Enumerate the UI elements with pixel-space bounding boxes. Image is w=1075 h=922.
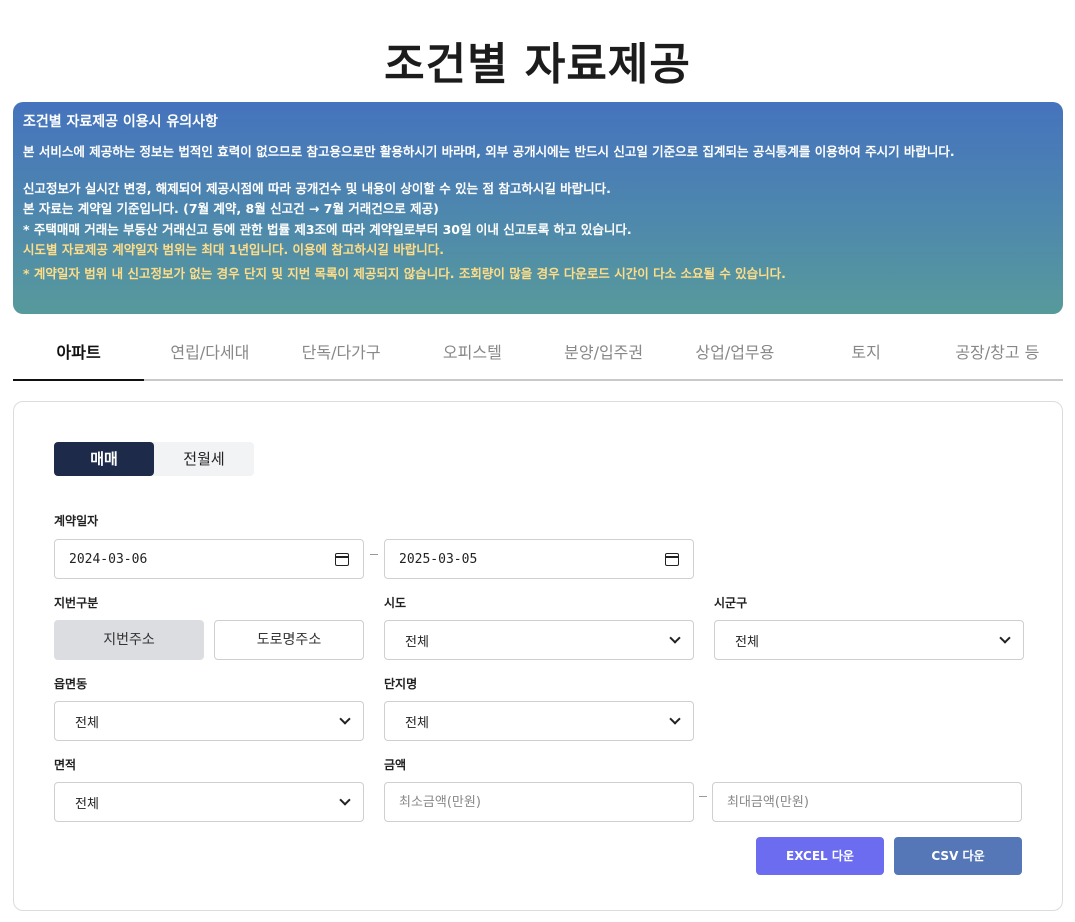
contract-end-date-value: 2025-03-05	[399, 551, 478, 567]
deal-type-sale-button[interactable]: 매매	[54, 442, 154, 476]
road-address-button[interactable]: 도로명주소	[214, 620, 364, 660]
excel-download-button[interactable]: EXCEL 다운	[756, 837, 884, 875]
calendar-icon[interactable]	[335, 552, 349, 566]
max-amount-input[interactable]	[712, 782, 1022, 822]
chevron-down-icon	[339, 713, 351, 725]
notice-line: * 주택매매 거래는 부동산 거래신고 등에 관한 법률 제3조에 따라 계약일…	[23, 221, 632, 237]
search-panel: 매매 전월세 계약일자 2024-03-06 2025-03-05 지번구분 지…	[13, 401, 1063, 911]
amount-range-separator	[699, 796, 707, 797]
contract-date-label: 계약일자	[54, 514, 99, 528]
complex-label: 단지명	[384, 677, 418, 691]
lot-address-button[interactable]: 지번주소	[54, 620, 204, 660]
eupmyeondong-value: 전체	[75, 715, 99, 731]
csv-download-button[interactable]: CSV 다운	[894, 837, 1022, 875]
amount-label: 금액	[384, 758, 407, 772]
lot-type-label: 지번구분	[54, 596, 99, 610]
contract-start-date-input[interactable]: 2024-03-06	[54, 539, 364, 579]
complex-value: 전체	[405, 715, 429, 731]
property-type-tabs: 아파트 연립/다세대 단독/다가구 오피스텔 분양/입주권 상업/업무용 토지 …	[13, 328, 1063, 381]
sigungu-select[interactable]: 전체	[714, 620, 1024, 660]
complex-select[interactable]: 전체	[384, 701, 694, 741]
contract-end-date-input[interactable]: 2025-03-05	[384, 539, 694, 579]
chevron-down-icon	[669, 713, 681, 725]
tab-land[interactable]: 토지	[801, 328, 932, 379]
tab-factory-warehouse[interactable]: 공장/창고 등	[932, 328, 1063, 379]
notice-line: 신고정보가 실시간 변경, 해제되어 제공시점에 따라 공개건수 및 내용이 상…	[23, 180, 611, 196]
tab-presale-right[interactable]: 분양/입주권	[538, 328, 669, 379]
min-amount-input[interactable]	[384, 782, 694, 822]
area-label: 면적	[54, 758, 77, 772]
notice-warning: * 계약일자 범위 내 신고정보가 없는 경우 단지 및 지번 목록이 제공되지…	[23, 265, 786, 281]
eupmyeondong-select[interactable]: 전체	[54, 701, 364, 741]
tab-detached-house[interactable]: 단독/다가구	[276, 328, 407, 379]
deal-type-toggle: 매매 전월세	[54, 442, 254, 476]
area-select[interactable]: 전체	[54, 782, 364, 822]
sido-select[interactable]: 전체	[384, 620, 694, 660]
deal-type-rent-button[interactable]: 전월세	[154, 442, 254, 476]
eupmyeondong-label: 읍면동	[54, 677, 88, 691]
tab-row-house[interactable]: 연립/다세대	[144, 328, 275, 379]
chevron-down-icon	[669, 632, 681, 644]
sido-label: 시도	[384, 596, 407, 610]
calendar-icon[interactable]	[665, 552, 679, 566]
area-value: 전체	[75, 796, 99, 812]
notice-box: 조건별 자료제공 이용시 유의사항 본 서비스에 제공하는 정보는 법적인 효력…	[13, 102, 1063, 314]
sigungu-label: 시군구	[714, 596, 748, 610]
tab-commercial[interactable]: 상업/업무용	[669, 328, 800, 379]
notice-warning: 시도별 자료제공 계약일자 범위는 최대 1년입니다. 이용에 참고하시길 바랍…	[23, 242, 445, 257]
contract-start-date-value: 2024-03-06	[69, 551, 148, 567]
notice-line: 본 서비스에 제공하는 정보는 법적인 효력이 없으므로 참고용으로만 활용하시…	[23, 144, 955, 159]
notice-title: 조건별 자료제공 이용시 유의사항	[23, 114, 218, 130]
sigungu-value: 전체	[735, 634, 759, 650]
date-range-separator	[370, 554, 378, 555]
sido-value: 전체	[405, 634, 429, 650]
chevron-down-icon	[999, 632, 1011, 644]
tab-apartment[interactable]: 아파트	[13, 328, 145, 381]
tab-officetel[interactable]: 오피스텔	[407, 328, 538, 379]
chevron-down-icon	[339, 794, 351, 806]
notice-line: 본 자료는 계약일 기준입니다. (7월 계약, 8월 신고건 → 7월 거래건…	[23, 201, 439, 216]
page-title: 조건별 자료제공	[384, 39, 691, 90]
